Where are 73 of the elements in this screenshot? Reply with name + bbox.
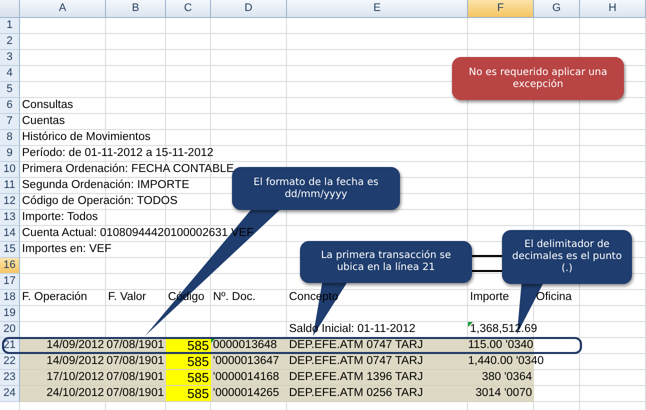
- row-header[interactable]: 7: [0, 114, 20, 130]
- table-cell: 585: [187, 386, 209, 401]
- table-cell: Cuenta Actual: 01080944420100002631 VEF: [22, 227, 254, 239]
- table-cell: '0000013647: [213, 355, 280, 367]
- table-cell: F. Valor: [108, 291, 146, 303]
- column-header[interactable]: D: [211, 0, 287, 18]
- row-header[interactable]: 18: [0, 290, 20, 306]
- row-header[interactable]: 12: [0, 194, 20, 210]
- table-cell: 07/08/1901: [106, 387, 164, 399]
- table-cell: Código de Operación: TODOS: [22, 195, 178, 207]
- column-header[interactable]: A: [20, 0, 106, 18]
- row-header[interactable]: 16: [0, 258, 20, 274]
- table-cell: 24/10/2012: [46, 387, 104, 399]
- table-cell: Importe: [470, 291, 509, 303]
- table-cell: 1,440.00 '0340: [468, 355, 544, 367]
- table-cell: 3014 '0070: [475, 387, 532, 399]
- table-cell: DEP.EFE.ATM 0256 TARJ: [289, 387, 424, 399]
- row-header[interactable]: 5: [0, 82, 20, 98]
- column-header[interactable]: E: [287, 0, 468, 18]
- table-cell: '0000014168: [213, 371, 280, 383]
- row-header[interactable]: 23: [0, 370, 20, 386]
- table-cell: 17/10/2012: [46, 371, 104, 383]
- table-cell: 07/08/1901: [106, 355, 164, 367]
- table-cell: 585: [187, 338, 209, 353]
- row-header[interactable]: 2: [0, 34, 20, 50]
- table-cell: Oficina: [536, 291, 572, 303]
- table-cell: Consultas: [22, 99, 74, 111]
- table-cell: Nº. Doc.: [213, 291, 256, 303]
- table-cell: '0000014265: [213, 387, 280, 399]
- row-header[interactable]: 17: [0, 274, 20, 290]
- table-cell: Importes en: VEF: [22, 243, 112, 255]
- row-header[interactable]: 19: [0, 306, 20, 322]
- row-header[interactable]: 10: [0, 162, 20, 178]
- row-header[interactable]: 15: [0, 242, 20, 258]
- table-cell: Cuentas: [22, 115, 65, 127]
- table-cell: 585: [187, 370, 209, 385]
- callout: El formato de la fecha es dd/mm/yyyy: [232, 167, 400, 210]
- column-header[interactable]: B: [106, 0, 166, 18]
- row-header[interactable]: 20: [0, 322, 20, 338]
- column-header[interactable]: C: [166, 0, 211, 18]
- column-header[interactable]: G: [534, 0, 580, 18]
- table-cell: 14/09/2012: [46, 355, 104, 367]
- row-header[interactable]: 3: [0, 50, 20, 66]
- table-cell: Período: de 01-11-2012 a 15-11-2012: [22, 147, 214, 159]
- row-header[interactable]: 11: [0, 178, 20, 194]
- table-cell: F. Operación: [22, 291, 88, 303]
- table-cell: Segunda Ordenación: IMPORTE: [22, 179, 190, 191]
- table-cell: 380 '0364: [482, 371, 532, 383]
- callout: No es requerido aplicar una excepción: [452, 57, 624, 100]
- table-cell: 14/09/2012: [46, 339, 104, 351]
- table-cell: 07/08/1901: [106, 371, 164, 383]
- row-header[interactable]: 24: [0, 386, 20, 402]
- table-cell: 0000013648: [213, 339, 277, 351]
- column-header[interactable]: H: [580, 0, 646, 18]
- table-cell: Importe: Todos: [22, 211, 98, 223]
- table-cell: DEP.EFE.ATM 0747 TARJ: [289, 355, 424, 367]
- row-header[interactable]: 8: [0, 130, 20, 146]
- row-header[interactable]: 13: [0, 210, 20, 226]
- row-header[interactable]: 22: [0, 354, 20, 370]
- row-header[interactable]: 6: [0, 98, 20, 114]
- table-cell: Histórico de Movimientos: [22, 131, 150, 143]
- row-header[interactable]: 1: [0, 18, 20, 34]
- table-cell: DEP.EFE.ATM 1396 TARJ: [289, 371, 424, 383]
- row-header[interactable]: 4: [0, 66, 20, 82]
- column-header[interactable]: F: [468, 0, 534, 18]
- table-cell: 07/08/1901: [106, 339, 164, 351]
- row-header[interactable]: 14: [0, 226, 20, 242]
- row-header[interactable]: 9: [0, 146, 20, 162]
- table-cell: DEP.EFE.ATM 0747 TARJ: [289, 339, 424, 351]
- table-cell: Primera Ordenación: FECHA CONTABLE: [22, 163, 234, 175]
- table-cell: 585: [187, 354, 209, 369]
- table-cell: 115.00 '0340: [468, 339, 534, 351]
- select-all-button[interactable]: [0, 0, 20, 18]
